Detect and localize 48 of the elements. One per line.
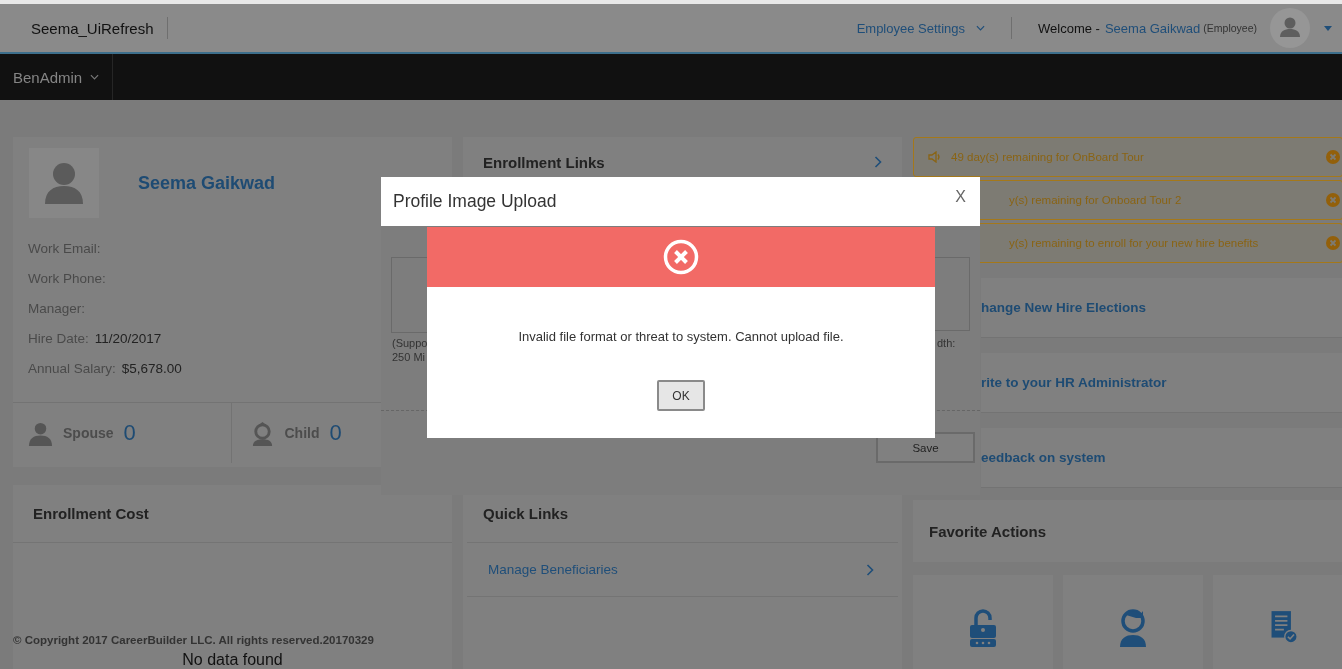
field-value: 11/20/2017 [94, 330, 162, 346]
user-icon [1118, 607, 1148, 647]
close-icon[interactable] [1326, 236, 1340, 250]
upload-note: (Suppo [392, 337, 428, 349]
copyright-text: © Copyright 2017 CareerBuilder LLC. All rights reserved.20170329 [13, 634, 374, 646]
caret-icon [976, 25, 986, 31]
action-link-card[interactable]: rite to your HR Administrator [981, 353, 1342, 413]
welcome-label: Welcome - [1038, 20, 1100, 36]
upload-note: dth: [937, 337, 956, 349]
unlock-icon [968, 607, 998, 647]
chevron-icon[interactable] [866, 563, 874, 576]
app-name: Seema_UiRefresh [31, 19, 154, 37]
benadmin-menu[interactable]: BenAdmin [13, 68, 83, 86]
close-icon[interactable] [1326, 193, 1340, 207]
employee-name: Seema Gaikwad [138, 172, 276, 194]
action-tile[interactable] [1213, 575, 1342, 669]
error-message: Invalid file format or threat to system. Cannot upload file. [518, 329, 844, 344]
user-name-link[interactable]: Seema Gaikwad [1104, 20, 1201, 36]
chevron-icon[interactable] [874, 156, 882, 168]
dialog-title: Profile Image Upload [393, 191, 557, 212]
close-button[interactable]: X [953, 187, 968, 206]
avatar-icon [29, 148, 99, 218]
card-title: Enrollment Cost [33, 505, 149, 522]
employee-settings-menu[interactable]: Employee Settings [856, 20, 966, 36]
caret-icon[interactable] [1324, 25, 1332, 31]
action-tile[interactable] [1063, 575, 1203, 669]
avatar-icon[interactable] [1270, 8, 1310, 48]
upload-note: 250 Mi [392, 351, 427, 363]
user-role: (Employee) [1203, 22, 1257, 34]
error-icon [663, 239, 699, 275]
card-title: Enrollment Links [483, 153, 605, 171]
dependent-count: 0 [329, 420, 342, 446]
action-link-card[interactable]: hange New Hire Elections [981, 278, 1342, 338]
field-value: $5,678.00 [121, 360, 182, 376]
person-icon [28, 420, 53, 446]
close-icon[interactable] [1326, 150, 1340, 164]
action-link-card[interactable]: eedback on system [981, 428, 1342, 488]
caret-icon [90, 74, 100, 80]
ok-button[interactable]: OK [657, 380, 705, 411]
card-title: Quick Links [483, 505, 569, 522]
empty-message: No data found [182, 651, 283, 669]
action-tile[interactable] [913, 575, 1053, 669]
alert-text: 49 day(s) remaining for OnBoard Tour [951, 151, 1144, 163]
card-title: Favorite Actions [929, 522, 1046, 540]
quick-link[interactable]: Manage Beneficiaries [488, 562, 618, 577]
alert-text: y(s) remaining for Onboard Tour 2 [1009, 194, 1182, 206]
alert-text: y(s) remaining to enroll for your new hire benefits [1009, 237, 1259, 249]
dependent-count: 0 [123, 420, 136, 446]
